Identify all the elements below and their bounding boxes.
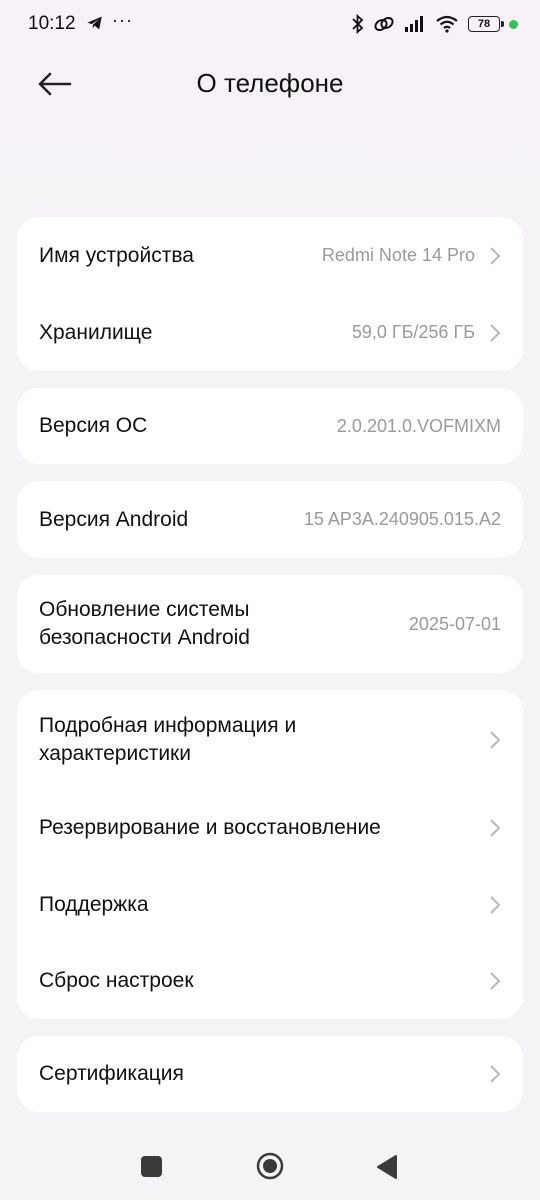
chevron-right-icon xyxy=(490,972,501,990)
storage-label: Хранилище xyxy=(39,320,153,344)
link-icon xyxy=(374,16,394,32)
factory-reset-row[interactable]: Сброс настроек xyxy=(17,943,523,1019)
security-update-row[interactable]: Обновление системы безопасности Android … xyxy=(17,575,523,673)
status-time: 10:12 xyxy=(28,13,76,34)
security-update-label-line1: Обновление системы xyxy=(39,598,250,621)
device-name-label: Имя устройства xyxy=(39,243,194,267)
storage-value: 59,0 ГБ/256 ГБ xyxy=(351,322,475,342)
detailed-info-label-line2: характеристики xyxy=(39,741,191,765)
support-label: Поддержка xyxy=(39,892,149,916)
more-settings-card: Подробная информация и характеристики Ре… xyxy=(17,690,523,1019)
android-version-card[interactable]: Версия Android 15 AP3A.240905.015.A2 xyxy=(17,481,523,558)
detailed-info-label-line1: Подробная информация и xyxy=(39,713,297,737)
android-version-label: Версия Android xyxy=(39,507,189,531)
backup-restore-label: Резервирование и восстановление xyxy=(39,815,381,839)
green-dot-indicator xyxy=(509,19,518,29)
backup-restore-row[interactable]: Резервирование и восстановление xyxy=(17,789,523,866)
status-bar: 10:12 ··· 78 xyxy=(0,0,540,50)
telegram-icon xyxy=(87,16,102,30)
chevron-right-icon xyxy=(490,246,501,265)
detailed-info-row[interactable]: Подробная информация и характеристики xyxy=(17,690,523,789)
certification-label: Сертификация xyxy=(39,1062,184,1085)
storage-row[interactable]: Хранилище 59,0 ГБ/256 ГБ xyxy=(17,294,523,371)
bluetooth-icon xyxy=(352,14,364,34)
chevron-right-icon xyxy=(490,323,501,342)
android-version-row[interactable]: Версия Android 15 AP3A.240905.015.A2 xyxy=(17,481,523,558)
os-version-row[interactable]: Версия ОС 2.0.201.0.VOFMIXM xyxy=(17,388,523,464)
signal-icon xyxy=(405,16,423,32)
chevron-right-icon xyxy=(490,1065,501,1083)
recent-apps-square-icon[interactable] xyxy=(141,1156,162,1177)
support-row[interactable]: Поддержка xyxy=(17,866,523,943)
chevron-right-icon xyxy=(490,895,501,914)
certification-card[interactable]: Сертификация xyxy=(17,1036,523,1112)
certification-row[interactable]: Сертификация xyxy=(17,1036,523,1112)
more-dots-icon: ··· xyxy=(112,10,133,30)
wifi-icon xyxy=(436,15,458,33)
android-version-value: 15 AP3A.240905.015.A2 xyxy=(303,509,501,529)
security-update-card[interactable]: Обновление системы безопасности Android … xyxy=(17,575,523,673)
home-circle-icon[interactable] xyxy=(256,1152,284,1180)
chevron-right-icon xyxy=(490,730,501,749)
battery-level: 78 xyxy=(477,18,491,30)
security-update-label-line2: безопасности Android xyxy=(39,626,250,649)
security-update-value: 2025-07-01 xyxy=(408,613,501,634)
device-card: Имя устройства Redmi Note 14 Pro Хранили… xyxy=(17,217,523,371)
back-triangle-icon[interactable] xyxy=(376,1154,398,1180)
page-title: О телефоне xyxy=(196,68,344,98)
os-version-card[interactable]: Версия ОС 2.0.201.0.VOFMIXM xyxy=(17,388,523,464)
battery-icon: 78 xyxy=(468,16,504,32)
security-update-label: Обновление системы безопасности Android xyxy=(39,596,399,652)
device-name-value: Redmi Note 14 Pro xyxy=(321,245,475,265)
factory-reset-label: Сброс настроек xyxy=(39,969,194,992)
os-version-label: Версия ОС xyxy=(39,414,148,437)
os-version-value: 2.0.201.0.VOFMIXM xyxy=(336,415,501,436)
device-name-row[interactable]: Имя устройства Redmi Note 14 Pro xyxy=(17,217,523,294)
chevron-right-icon xyxy=(490,818,501,837)
detailed-info-label: Подробная информация и характеристики xyxy=(39,712,475,768)
